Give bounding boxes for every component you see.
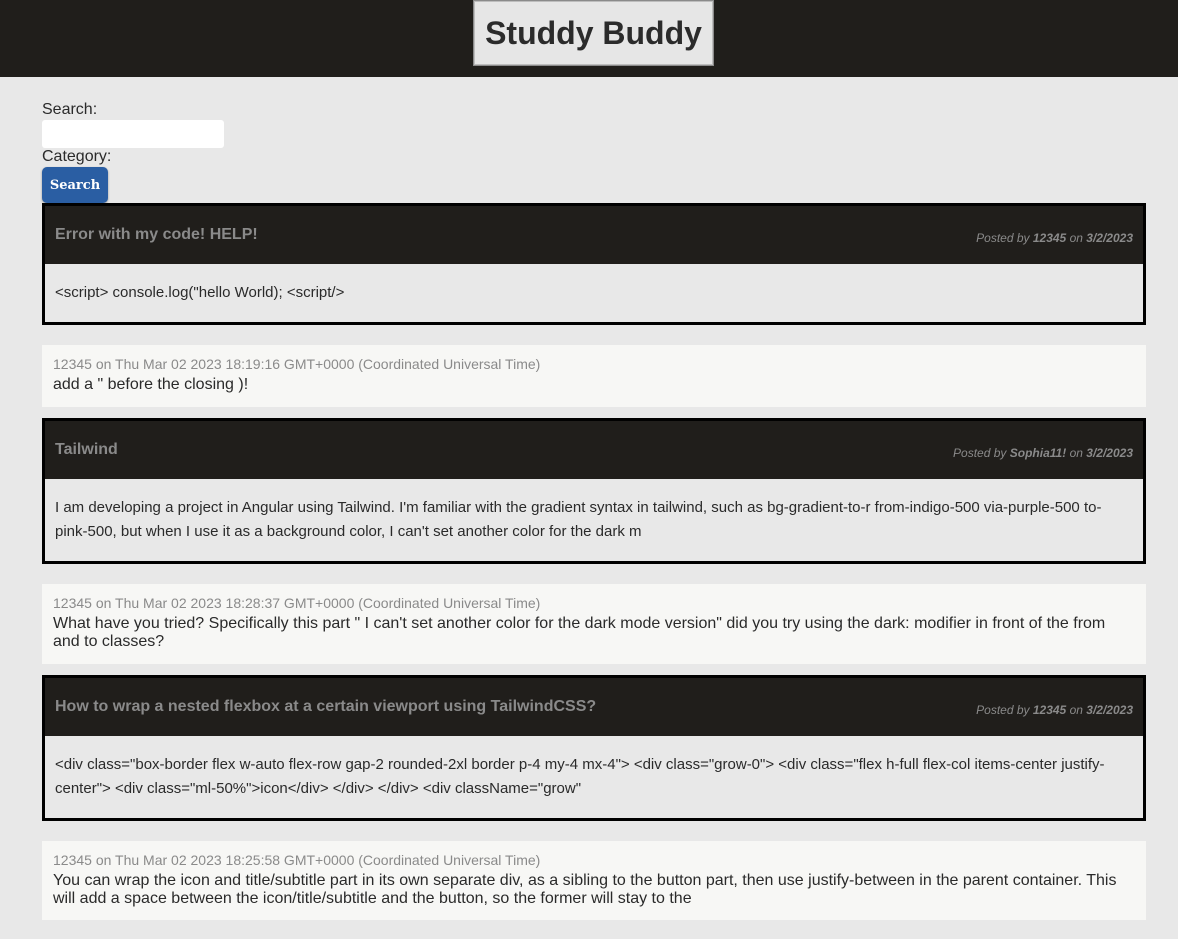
comment-meta: 12345 on Thu Mar 02 2023 18:19:16 GMT+00… [53, 356, 541, 372]
posted-by-label: Posted by [976, 703, 1030, 717]
search-button[interactable]: Search [42, 167, 108, 203]
site-header: Studdy Buddy [0, 0, 1178, 77]
post-author: Sophia11! [1009, 446, 1067, 460]
on-word: on [1069, 231, 1083, 245]
post-title[interactable]: How to wrap a nested flexbox at a certai… [55, 698, 596, 716]
comment-text: You can wrap the icon and title/subtitle… [53, 872, 1117, 907]
comment-meta: 12345 on Thu Mar 02 2023 18:28:37 GMT+00… [53, 595, 541, 611]
comment-text: What have you tried? Specifically this p… [53, 615, 1106, 650]
post-date: 3/2/2023 [1086, 231, 1133, 245]
comment-text: add a " before the closing )! [53, 376, 249, 393]
comment: 12345 on Thu Mar 02 2023 18:25:58 GMT+00… [42, 841, 1146, 920]
post-author: 12345 [1032, 231, 1067, 245]
post-date: 3/2/2023 [1086, 446, 1133, 460]
post-date: 3/2/2023 [1086, 703, 1133, 717]
post-header: Error with my code! HELP! Posted by 1234… [45, 206, 1143, 264]
post-title[interactable]: Error with my code! HELP! [55, 226, 258, 244]
post-meta: Posted by 12345 on 3/2/2023 [976, 703, 1133, 717]
post-header: Tailwind Posted by Sophia11! on 3/2/2023 [45, 421, 1143, 479]
search-input[interactable] [42, 120, 224, 148]
post-body: I am developing a project in Angular usi… [55, 499, 1102, 540]
post-author: 12345 [1032, 703, 1067, 717]
post-meta: Posted by Sophia11! on 3/2/2023 [953, 446, 1133, 460]
posted-by-label: Posted by [953, 446, 1007, 460]
post-body: <script> console.log("hello World); <scr… [55, 284, 345, 301]
post-card[interactable]: How to wrap a nested flexbox at a certai… [42, 675, 1146, 821]
comment: 12345 on Thu Mar 02 2023 18:19:16 GMT+00… [42, 345, 1146, 407]
category-label: Category: [42, 148, 112, 165]
on-word: on [1069, 446, 1083, 460]
post-title[interactable]: Tailwind [55, 441, 118, 459]
post-body: <div class="box-border flex w-auto flex-… [55, 756, 1105, 797]
comment-meta: 12345 on Thu Mar 02 2023 18:25:58 GMT+00… [53, 852, 541, 868]
post-card[interactable]: Tailwind Posted by Sophia11! on 3/2/2023… [42, 418, 1146, 564]
site-title: Studdy Buddy [473, 0, 714, 66]
post-card[interactable]: Error with my code! HELP! Posted by 1234… [42, 203, 1146, 325]
on-word: on [1069, 703, 1083, 717]
search-label: Search: [42, 101, 98, 118]
post-header: How to wrap a nested flexbox at a certai… [45, 678, 1143, 736]
comment: 12345 on Thu Mar 02 2023 18:28:37 GMT+00… [42, 584, 1146, 664]
posted-by-label: Posted by [976, 231, 1030, 245]
post-meta: Posted by 12345 on 3/2/2023 [976, 231, 1133, 245]
